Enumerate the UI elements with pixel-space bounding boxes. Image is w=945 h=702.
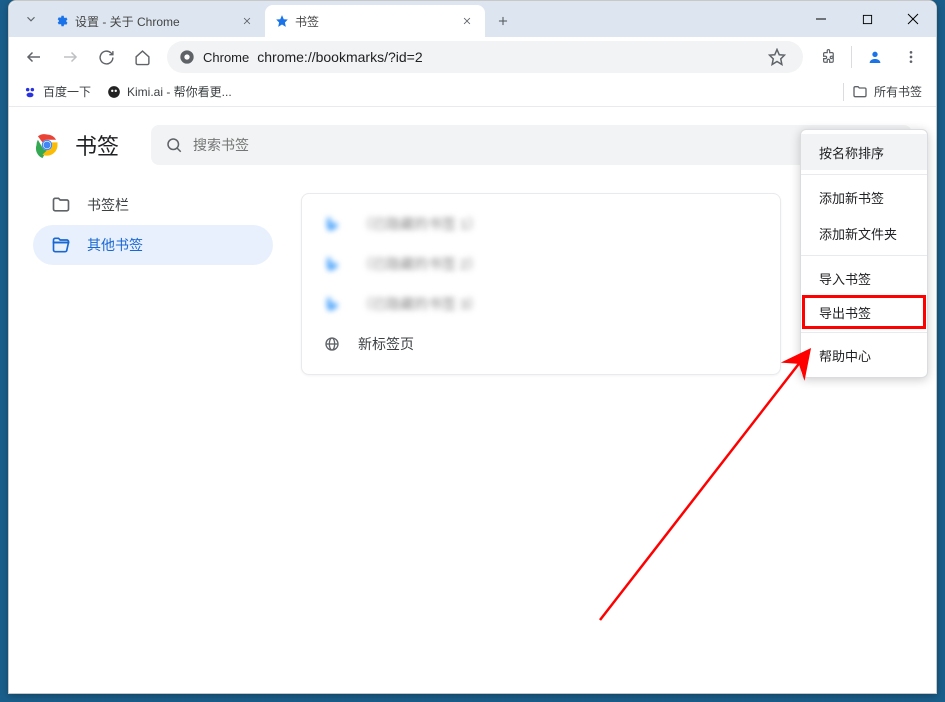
separator	[851, 46, 852, 68]
bing-icon	[324, 256, 340, 272]
overflow-menu: 按名称排序 添加新书签 添加新文件夹 导入书签 导出书签 帮助中心	[800, 129, 928, 378]
menu-sort-by-name[interactable]: 按名称排序	[801, 134, 927, 170]
search-input[interactable]	[193, 137, 898, 153]
kimi-icon	[107, 85, 121, 99]
bookmark-star-button[interactable]	[763, 43, 791, 71]
list-item-label: 新标签页	[358, 334, 414, 354]
tab-title: 设置 - 关于 Chrome	[75, 13, 233, 30]
star-icon	[275, 14, 289, 28]
tab-close-button[interactable]	[239, 13, 255, 29]
address-bar[interactable]: Chrome chrome://bookmarks/?id=2	[167, 41, 803, 73]
window-controls	[798, 1, 936, 37]
bookmarks-bar: 百度一下 Kimi.ai - 帮你看更... 所有书签	[9, 77, 936, 107]
chrome-logo-icon	[33, 131, 61, 159]
page-header: 书签	[9, 107, 936, 179]
menu-button[interactable]	[894, 40, 928, 74]
back-button[interactable]	[17, 40, 51, 74]
list-item[interactable]: 新标签页	[302, 324, 780, 364]
sidebar: 书签栏 其他书签	[33, 179, 273, 375]
all-bookmarks-label: 所有书签	[874, 83, 922, 100]
bookmark-label: Kimi.ai - 帮你看更...	[127, 83, 232, 100]
tab-bookmarks[interactable]: 书签	[265, 5, 485, 37]
globe-icon	[324, 336, 340, 352]
bing-icon	[324, 296, 340, 312]
reload-button[interactable]	[89, 40, 123, 74]
list-item-label: （已隐藏的书签 1）	[358, 214, 482, 234]
profile-button[interactable]	[858, 40, 892, 74]
body-row: 书签栏 其他书签 （已隐藏的书签 1） （已隐藏的书签 2）	[9, 179, 936, 375]
menu-help-center[interactable]: 帮助中心	[801, 337, 927, 373]
tab-settings[interactable]: 设置 - 关于 Chrome	[45, 5, 265, 37]
tab-search-button[interactable]	[17, 5, 45, 33]
bookmark-baidu[interactable]: 百度一下	[23, 83, 91, 100]
forward-button[interactable]	[53, 40, 87, 74]
list-item[interactable]: （已隐藏的书签 3）	[302, 284, 780, 324]
url-scheme-label: Chrome	[203, 50, 249, 65]
menu-separator	[801, 174, 927, 175]
baidu-icon	[23, 85, 37, 99]
list-item[interactable]: （已隐藏的书签 2）	[302, 244, 780, 284]
folder-icon	[51, 195, 71, 215]
tab-strip: 设置 - 关于 Chrome 书签	[9, 1, 936, 37]
menu-export-bookmarks[interactable]: 导出书签	[803, 296, 925, 328]
sidebar-item-bookmarks-bar[interactable]: 书签栏	[33, 185, 273, 225]
menu-import-bookmarks[interactable]: 导入书签	[801, 260, 927, 296]
page-title: 书签	[75, 129, 119, 161]
menu-separator	[801, 332, 927, 333]
sidebar-item-other-bookmarks[interactable]: 其他书签	[33, 225, 273, 265]
browser-window: 设置 - 关于 Chrome 书签	[8, 0, 937, 694]
maximize-button[interactable]	[844, 1, 890, 37]
new-tab-button[interactable]	[489, 7, 517, 35]
menu-separator	[801, 255, 927, 256]
extensions-button[interactable]	[811, 40, 845, 74]
menu-add-bookmark[interactable]: 添加新书签	[801, 179, 927, 215]
sidebar-item-label: 其他书签	[87, 235, 143, 255]
page-title-wrap: 书签	[33, 129, 119, 161]
close-window-button[interactable]	[890, 1, 936, 37]
list-item[interactable]: （已隐藏的书签 1）	[302, 204, 780, 244]
page-content: 书签 书签栏 其他书签 （已隐藏的书签	[9, 107, 936, 693]
bookmark-kimi[interactable]: Kimi.ai - 帮你看更...	[107, 83, 232, 100]
sidebar-item-label: 书签栏	[87, 195, 129, 215]
menu-add-folder[interactable]: 添加新文件夹	[801, 215, 927, 251]
bookmark-label: 百度一下	[43, 83, 91, 100]
home-button[interactable]	[125, 40, 159, 74]
gear-icon	[55, 14, 69, 28]
list-item-label: （已隐藏的书签 3）	[358, 294, 482, 314]
bookmark-list: （已隐藏的书签 1） （已隐藏的书签 2） （已隐藏的书签 3） 新标签页	[301, 193, 781, 375]
folder-open-icon	[51, 235, 71, 255]
url-text: chrome://bookmarks/?id=2	[257, 49, 755, 65]
minimize-button[interactable]	[798, 1, 844, 37]
search-icon	[165, 136, 183, 154]
tab-title: 书签	[295, 13, 453, 30]
search-box[interactable]	[151, 125, 912, 165]
all-bookmarks-button[interactable]: 所有书签	[852, 83, 922, 100]
bing-icon	[324, 216, 340, 232]
tab-close-button[interactable]	[459, 13, 475, 29]
list-item-label: （已隐藏的书签 2）	[358, 254, 482, 274]
folder-icon	[852, 84, 868, 100]
separator	[843, 83, 844, 101]
toolbar: Chrome chrome://bookmarks/?id=2	[9, 37, 936, 77]
chrome-icon	[179, 49, 195, 65]
